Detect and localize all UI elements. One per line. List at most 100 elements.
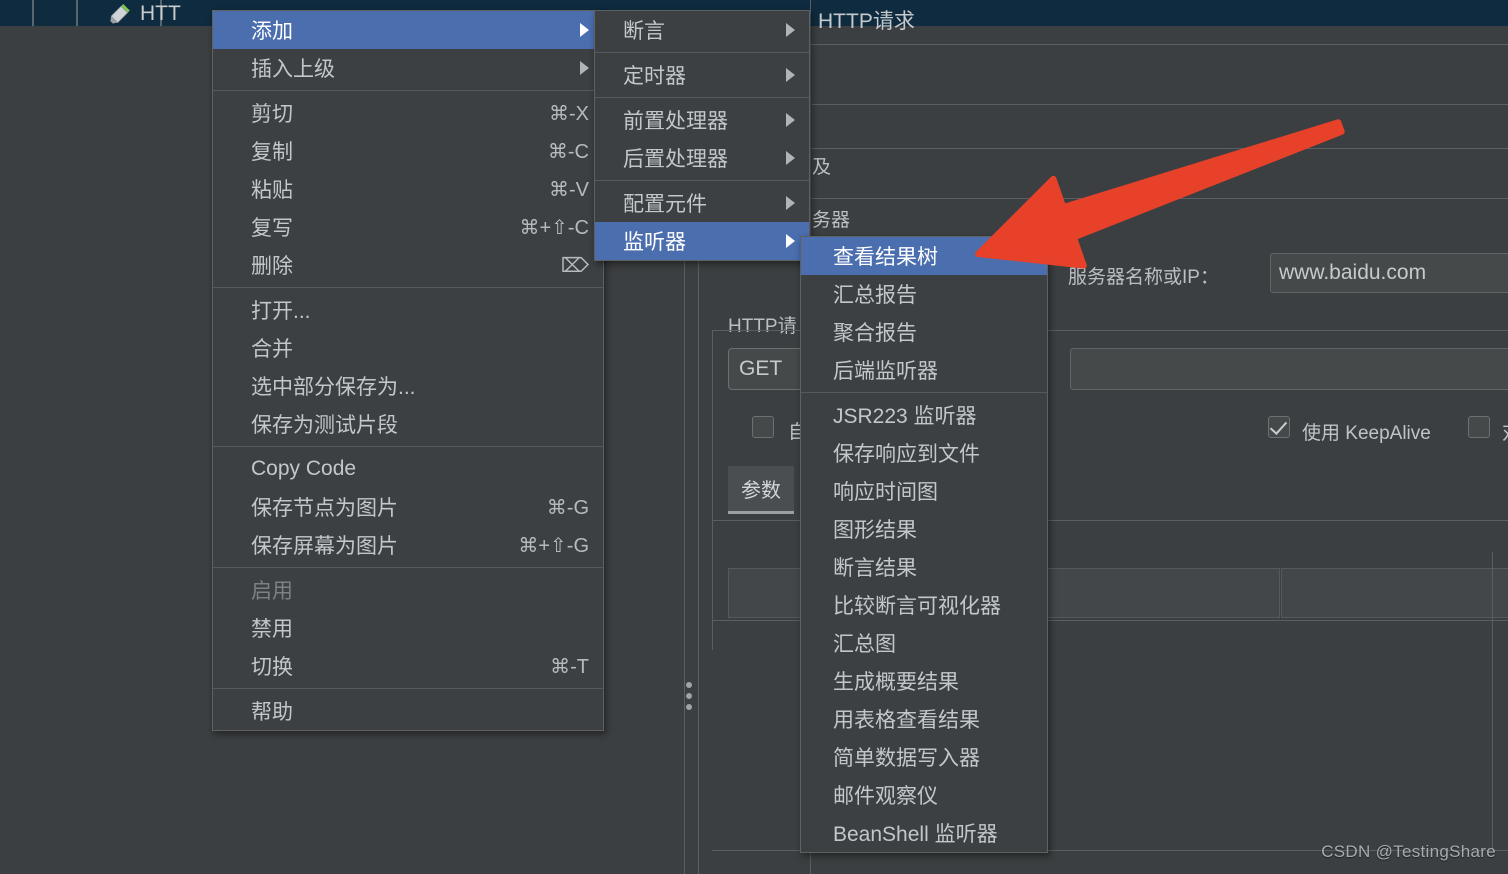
menu-item-edit[interactable]: Copy Code: [213, 450, 603, 488]
advanced-label-fragment: 及: [812, 157, 832, 178]
menu-item-label: 聚合报告: [833, 322, 917, 345]
toolbar-title: HTT: [140, 2, 181, 25]
menu-item-listener[interactable]: BeanShell 监听器: [801, 814, 1047, 852]
keepalive-checkbox[interactable]: [1268, 416, 1290, 438]
tab-parameters[interactable]: 参数: [728, 466, 794, 514]
menu-item-shortcut: ⌦: [560, 254, 589, 277]
menu-item-category[interactable]: 后置处理器: [595, 139, 809, 177]
menu-item-edit[interactable]: 选中部分保存为...: [213, 367, 603, 405]
menu-item-edit[interactable]: 插入上级: [213, 49, 603, 87]
menu-item-edit[interactable]: 复制 ⌘-C: [213, 132, 603, 170]
server-name-input[interactable]: www.baidu.com: [1270, 253, 1508, 293]
menu-item-edit[interactable]: 切换 ⌘-T: [213, 647, 603, 685]
menu-item-shortcut: ⌘-T: [550, 655, 589, 678]
menu-item-edit[interactable]: 禁用: [213, 609, 603, 647]
menu-item-edit[interactable]: 保存屏幕为图片 ⌘+⇧-G: [213, 526, 603, 564]
chevron-right-icon: [786, 196, 795, 210]
menu-item-label: 保存响应到文件: [833, 443, 980, 466]
menu-item-category[interactable]: 配置元件: [595, 184, 809, 222]
http-group-left: [712, 330, 713, 650]
menu-item-edit[interactable]: 粘贴 ⌘-V: [213, 170, 603, 208]
menu-item-label: 监听器: [623, 231, 686, 254]
menu-item-label: 保存屏幕为图片: [251, 535, 398, 558]
menu-separator: [595, 97, 809, 98]
menu-item-label: Copy Code: [251, 457, 357, 480]
table-header-cell[interactable]: [1281, 568, 1508, 618]
menu-item-listener[interactable]: 断言结果: [801, 548, 1047, 586]
chevron-right-icon: [786, 151, 795, 165]
menu-item-edit[interactable]: 保存节点为图片 ⌘-G: [213, 488, 603, 526]
menu-item-edit[interactable]: 合并: [213, 329, 603, 367]
menu-item-label: 保存为测试片段: [251, 414, 398, 437]
auto-redirect-checkbox[interactable]: [752, 416, 774, 438]
menu-item-listener[interactable]: 邮件观察仪: [801, 776, 1047, 814]
menu-item-label: 用表格查看结果: [833, 709, 980, 732]
pencil-icon[interactable]: [110, 2, 132, 24]
path-input[interactable]: [1070, 348, 1508, 390]
multipart-label: 对POST使用multipart /: [1502, 418, 1508, 445]
menu-item-shortcut: ⌘+⇧-G: [518, 534, 589, 557]
add-submenu[interactable]: 断言定时器前置处理器后置处理器配置元件监听器: [594, 10, 810, 261]
menu-item-label: 打开...: [251, 300, 311, 323]
menu-item-listener[interactable]: 用表格查看结果: [801, 700, 1047, 738]
menu-item-listener[interactable]: JSR223 监听器: [801, 396, 1047, 434]
app-window: HTT HTTP请求 及 务器 HTTP请 服务器名称或IP： www.baid…: [0, 0, 1508, 874]
menu-item-label: 后置处理器: [623, 148, 728, 171]
menu-item-edit[interactable]: 帮助: [213, 692, 603, 730]
menu-item-label: 汇总报告: [833, 284, 917, 307]
menu-item-edit[interactable]: 添加: [213, 11, 603, 49]
splitter-dot: [686, 693, 692, 699]
menu-item-edit[interactable]: 剪切 ⌘-X: [213, 94, 603, 132]
menu-item-label: 复写: [251, 217, 293, 240]
toolbar-divider: [32, 0, 34, 26]
menu-item-category[interactable]: 断言: [595, 11, 809, 49]
menu-item-label: 插入上级: [251, 58, 335, 81]
menu-item-label: 禁用: [251, 618, 293, 641]
menu-item-listener[interactable]: 生成概要结果: [801, 662, 1047, 700]
menu-item-listener[interactable]: 后端监听器: [801, 351, 1047, 389]
form-rule: [812, 198, 1508, 199]
menu-item-label: 定时器: [623, 65, 686, 88]
server-name-label: 服务器名称或IP：: [1068, 267, 1219, 288]
method-value: GET: [739, 357, 783, 380]
menu-item-label: 添加: [251, 20, 293, 43]
menu-item-edit: 启用: [213, 571, 603, 609]
menu-item-edit[interactable]: 删除 ⌦: [213, 246, 603, 284]
menu-separator: [595, 180, 809, 181]
menu-item-listener[interactable]: 查看结果树: [801, 237, 1047, 275]
menu-item-listener[interactable]: 响应时间图: [801, 472, 1047, 510]
menu-item-shortcut: ⌘+⇧-C: [519, 216, 589, 239]
chevron-right-icon: [786, 23, 795, 37]
multipart-checkbox[interactable]: [1468, 416, 1490, 438]
menu-item-edit[interactable]: 复写 ⌘+⇧-C: [213, 208, 603, 246]
menu-item-category[interactable]: 定时器: [595, 56, 809, 94]
context-menu[interactable]: 添加插入上级剪切 ⌘-X 复制 ⌘-C 粘贴 ⌘-V 复写 ⌘+⇧-C 删除 ⌦ 打开... 合并 选中…: [212, 10, 604, 731]
menu-item-category[interactable]: 前置处理器: [595, 101, 809, 139]
menu-item-listener[interactable]: 保存响应到文件: [801, 434, 1047, 472]
menu-item-listener[interactable]: 汇总图: [801, 624, 1047, 662]
menu-item-listener[interactable]: 比较断言可视化器: [801, 586, 1047, 624]
menu-item-listener[interactable]: 聚合报告: [801, 313, 1047, 351]
chevron-right-icon: [786, 234, 795, 248]
server-name-value: www.baidu.com: [1279, 261, 1427, 284]
form-rule: [812, 148, 1508, 149]
menu-item-listener[interactable]: 图形结果: [801, 510, 1047, 548]
table-scroll-edge: [1492, 552, 1493, 850]
menu-separator: [213, 688, 603, 689]
menu-item-label: 后端监听器: [833, 360, 938, 383]
menu-item-label: JSR223 监听器: [833, 405, 977, 428]
tab-parameters-label: 参数: [741, 480, 781, 502]
server-group-label-fragment: 务器: [812, 210, 851, 231]
menu-item-edit[interactable]: 打开...: [213, 291, 603, 329]
menu-item-listener[interactable]: 简单数据写入器: [801, 738, 1047, 776]
toolbar-divider: [76, 0, 78, 26]
menu-item-category[interactable]: 监听器: [595, 222, 809, 260]
menu-item-label: 简单数据写入器: [833, 747, 980, 770]
splitter-handle[interactable]: [686, 682, 692, 710]
listeners-submenu[interactable]: 查看结果树汇总报告聚合报告后端监听器 JSR223 监听器 保存响应到文件响应时间图…: [800, 236, 1048, 853]
menu-item-listener[interactable]: 汇总报告: [801, 275, 1047, 313]
menu-item-label: 帮助: [251, 701, 293, 724]
chevron-right-icon: [580, 61, 589, 75]
menu-item-edit[interactable]: 保存为测试片段: [213, 405, 603, 443]
menu-item-shortcut: ⌘-V: [549, 178, 589, 201]
